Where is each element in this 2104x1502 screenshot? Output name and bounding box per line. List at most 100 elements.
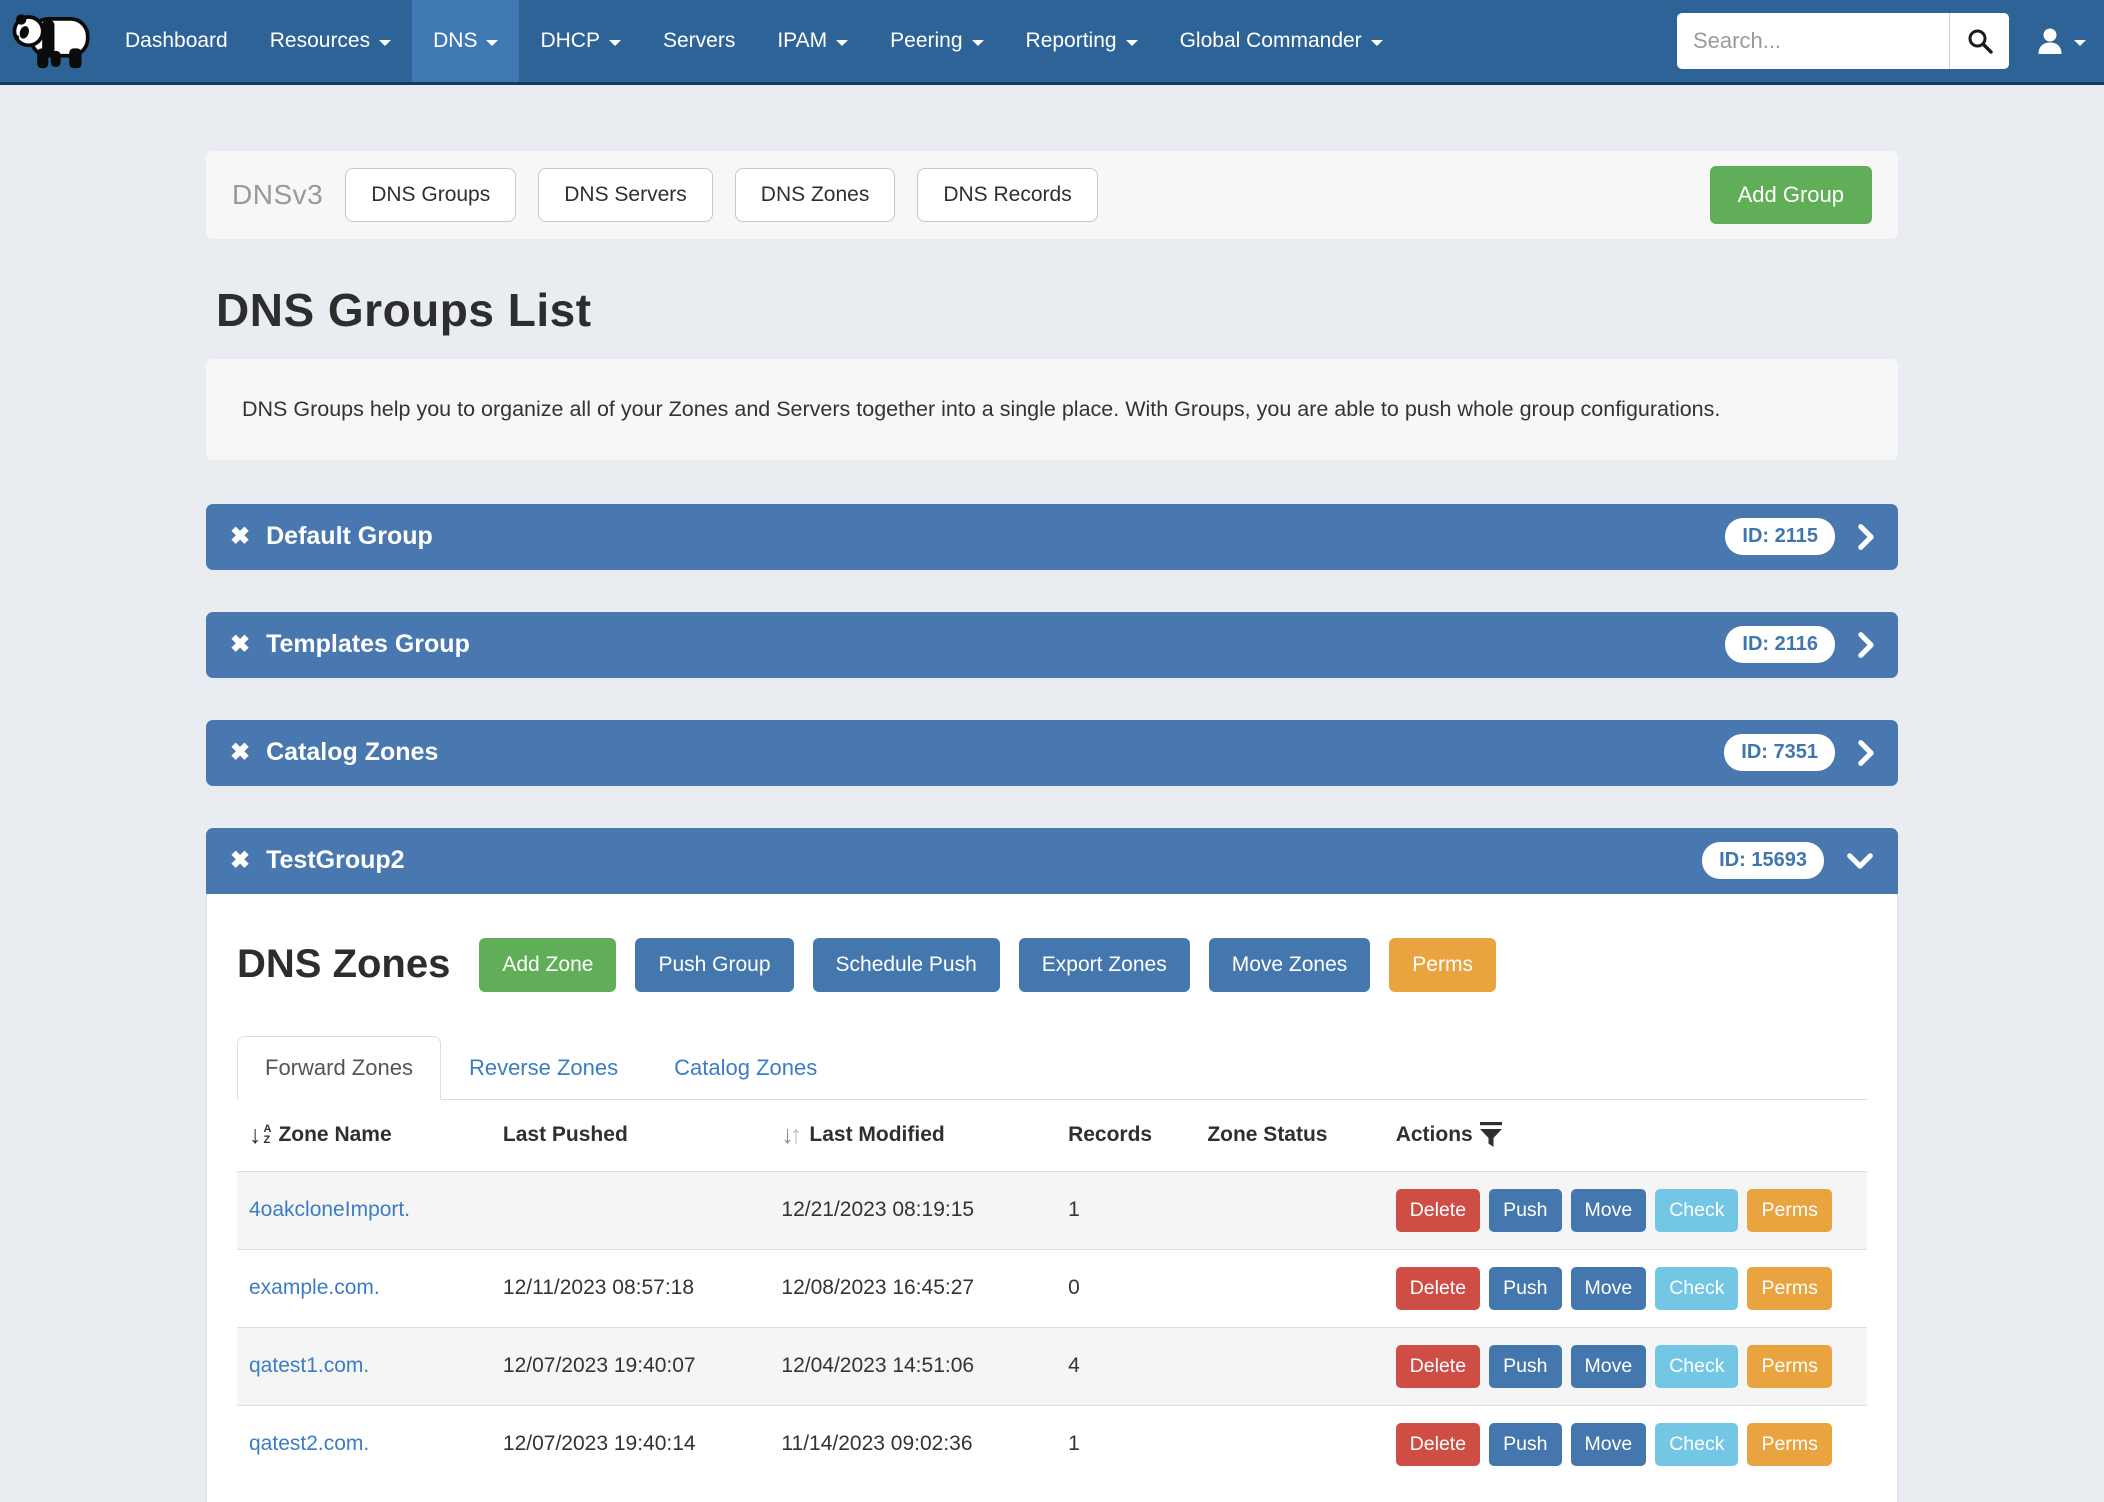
remove-group-icon[interactable]: ✖ — [230, 525, 250, 549]
group-bar[interactable]: ✖ Templates Group ID: 2116 — [206, 612, 1898, 678]
nav-item[interactable]: DNS — [412, 0, 519, 82]
nav-item[interactable]: Servers — [642, 0, 756, 82]
chevron-right-icon[interactable] — [1857, 739, 1874, 767]
panda-logo[interactable] — [0, 0, 104, 82]
group-bar[interactable]: ✖ Catalog Zones ID: 7351 — [206, 720, 1898, 786]
panel-action-button[interactable]: Perms — [1389, 938, 1496, 992]
panel-action-button[interactable]: Export Zones — [1019, 938, 1190, 992]
top-navbar: Dashboard Resources DNS DHCP Servers — [0, 0, 2104, 85]
zone-name-link[interactable]: qatest1.com. — [249, 1354, 369, 1377]
last-pushed-cell: 12/07/2023 19:40:07 — [491, 1327, 769, 1405]
row-action-button[interactable]: Perms — [1747, 1267, 1831, 1310]
col-zone-status[interactable]: Zone Status — [1195, 1100, 1383, 1172]
col-zone-name[interactable]: ↓ AZ Zone Name — [237, 1100, 491, 1172]
group-id-badge: ID: 2115 — [1725, 518, 1835, 555]
search-icon — [1967, 28, 1993, 54]
records-cell: 1 — [1056, 1171, 1195, 1249]
last-modified-cell: 11/14/2023 09:02:36 — [769, 1405, 1056, 1483]
nav-item[interactable]: Dashboard — [104, 0, 249, 82]
zone-name-link[interactable]: 4oakcloneImport. — [249, 1198, 410, 1221]
add-group-button[interactable]: Add Group — [1710, 166, 1872, 224]
records-cell: 1 — [1056, 1405, 1195, 1483]
row-action-button[interactable]: Perms — [1747, 1189, 1831, 1232]
group-list: ✖ Default Group ID: 2115 ✖ Templates Gro… — [206, 504, 1898, 786]
panel-head: DNS Zones Add Zone Push Group Schedule P… — [237, 938, 1867, 992]
group-bar[interactable]: ✖ TestGroup2 ID: 15693 — [206, 828, 1898, 894]
nav-item[interactable]: Resources — [249, 0, 412, 82]
search-button[interactable] — [1949, 13, 2009, 69]
group-name: Catalog Zones — [266, 738, 438, 767]
chevron-right-icon[interactable] — [1857, 631, 1874, 659]
group-id-badge: ID: 2116 — [1725, 626, 1835, 663]
row-action-button[interactable]: Move — [1571, 1345, 1647, 1388]
sort-alpha-icon[interactable]: ↓ AZ — [249, 1123, 271, 1148]
caret-down-icon — [609, 40, 621, 46]
zone-name-link[interactable]: qatest2.com. — [249, 1432, 369, 1455]
remove-group-icon[interactable]: ✖ — [230, 849, 250, 873]
zone-status-cell — [1195, 1405, 1383, 1483]
row-action-button[interactable]: Delete — [1396, 1423, 1480, 1466]
remove-group-icon[interactable]: ✖ — [230, 741, 250, 765]
row-action-button[interactable]: Move — [1571, 1423, 1647, 1466]
zone-tab[interactable]: Forward Zones — [237, 1036, 441, 1100]
col-last-modified[interactable]: ↓↑ Last Modified — [769, 1100, 1056, 1172]
nav-item-label: Dashboard — [125, 29, 228, 53]
row-action-button[interactable]: Delete — [1396, 1189, 1480, 1232]
filter-icon[interactable] — [1480, 1122, 1502, 1148]
group-bar[interactable]: ✖ Default Group ID: 2115 — [206, 504, 1898, 570]
last-pushed-cell — [491, 1171, 769, 1249]
toolbar-buttons: DNS Groups DNS Servers DNS Zones DNS Rec… — [345, 168, 1098, 222]
row-action-button[interactable]: Push — [1489, 1267, 1561, 1310]
zone-tab[interactable]: Catalog Zones — [646, 1036, 845, 1100]
row-action-button[interactable]: Push — [1489, 1423, 1561, 1466]
group-name: Templates Group — [266, 630, 470, 659]
zone-tabs: Forward Zones Reverse Zones Catalog Zone… — [237, 1036, 1867, 1100]
col-records[interactable]: Records — [1056, 1100, 1195, 1172]
nav-item[interactable]: IPAM — [756, 0, 869, 82]
chevron-right-icon[interactable] — [1857, 523, 1874, 551]
user-menu[interactable] — [2035, 26, 2086, 56]
row-action-button[interactable]: Delete — [1396, 1345, 1480, 1388]
table-row: example.com. 12/11/2023 08:57:18 12/08/2… — [237, 1249, 1867, 1327]
nav-item[interactable]: Peering — [869, 0, 1004, 82]
panel-action-button[interactable]: Push Group — [635, 938, 793, 992]
caret-down-icon — [2074, 40, 2086, 46]
zone-name-link[interactable]: example.com. — [249, 1276, 380, 1299]
search-group — [1677, 13, 2009, 69]
remove-group-icon[interactable]: ✖ — [230, 633, 250, 657]
toolbar-nav-button[interactable]: DNS Records — [917, 168, 1097, 222]
row-action-button[interactable]: Check — [1655, 1189, 1738, 1232]
panel-action-button[interactable]: Schedule Push — [813, 938, 1000, 992]
row-action-button[interactable]: Push — [1489, 1189, 1561, 1232]
row-action-button[interactable]: Delete — [1396, 1267, 1480, 1310]
caret-down-icon — [379, 40, 391, 46]
row-action-button[interactable]: Check — [1655, 1345, 1738, 1388]
main-nav: Dashboard Resources DNS DHCP Servers — [104, 0, 1404, 82]
row-action-button[interactable]: Perms — [1747, 1345, 1831, 1388]
panel-action-button[interactable]: Move Zones — [1209, 938, 1371, 992]
row-action-button[interactable]: Check — [1655, 1267, 1738, 1310]
user-icon — [2035, 26, 2065, 56]
caret-down-icon — [1371, 40, 1383, 46]
row-action-button[interactable]: Check — [1655, 1423, 1738, 1466]
panel-action-button[interactable]: Add Zone — [479, 938, 616, 992]
zones-table: ↓ AZ Zone Name Last Pushed ↓↑ — [237, 1100, 1867, 1483]
search-input[interactable] — [1677, 13, 1949, 69]
row-action-button[interactable]: Move — [1571, 1267, 1647, 1310]
row-action-button[interactable]: Perms — [1747, 1423, 1831, 1466]
nav-item[interactable]: DHCP — [519, 0, 642, 82]
toolbar-nav-button[interactable]: DNS Servers — [538, 168, 713, 222]
sort-updown-icon[interactable]: ↓↑ — [781, 1121, 798, 1150]
toolbar-nav-button[interactable]: DNS Groups — [345, 168, 516, 222]
zone-tab[interactable]: Reverse Zones — [441, 1036, 646, 1100]
toolbar-nav-button[interactable]: DNS Zones — [735, 168, 896, 222]
row-action-button[interactable]: Move — [1571, 1189, 1647, 1232]
nav-item[interactable]: Global Commander — [1159, 0, 1404, 82]
nav-item-label: Servers — [663, 29, 735, 53]
chevron-down-icon[interactable] — [1846, 852, 1874, 869]
row-actions: Delete Push Move Check Perms — [1396, 1267, 1855, 1310]
col-actions[interactable]: Actions — [1384, 1100, 1867, 1172]
row-action-button[interactable]: Push — [1489, 1345, 1561, 1388]
col-last-pushed[interactable]: Last Pushed — [491, 1100, 769, 1172]
nav-item[interactable]: Reporting — [1005, 0, 1159, 82]
